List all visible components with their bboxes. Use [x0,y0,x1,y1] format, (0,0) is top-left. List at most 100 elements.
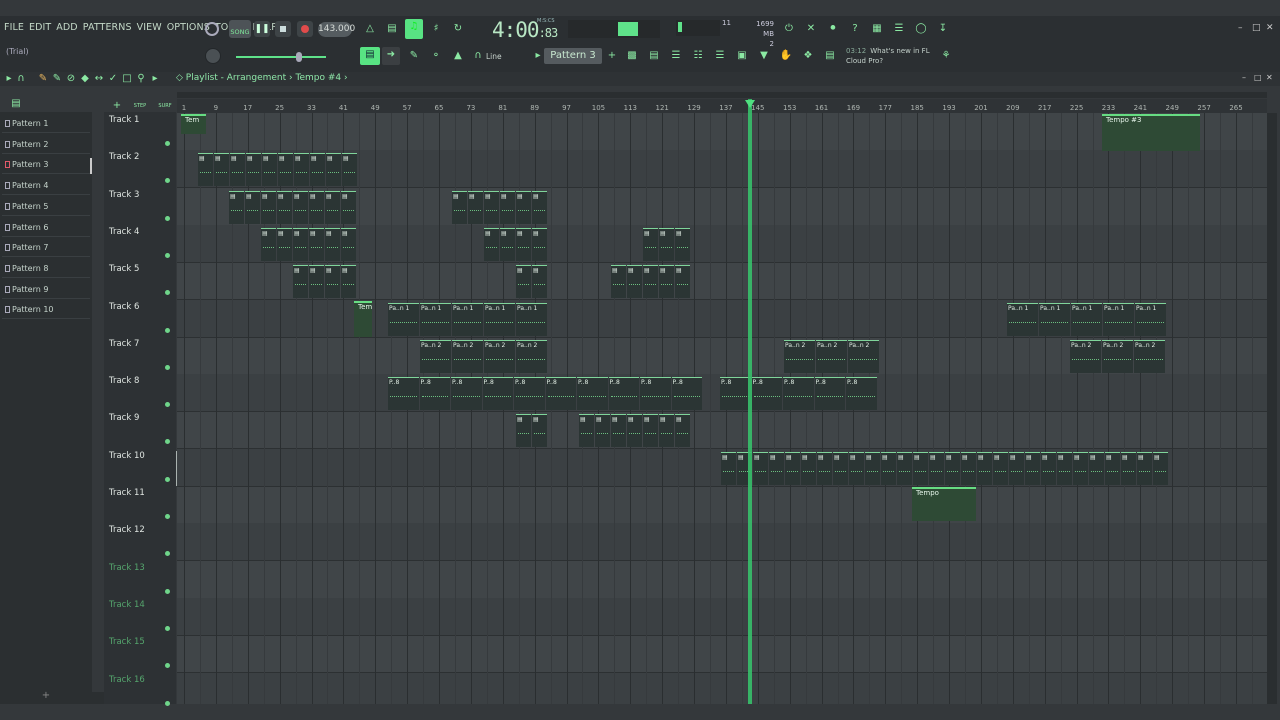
pattern-clip[interactable]: Pa..n 2 [484,339,515,373]
piano-roll-icon[interactable]: ▤ [646,48,662,64]
pattern-clip[interactable]: P..8 [608,377,639,411]
track-mute-led[interactable] [165,178,170,184]
mute-tool-icon[interactable]: ◆ [80,71,90,87]
pattern-item[interactable]: Pattern 3 [2,155,90,175]
automation-clip[interactable]: Tempo #3 [1102,114,1200,151]
pattern-clip[interactable]: P..8 [783,377,814,411]
pattern-clip[interactable]: ▤ [961,451,976,485]
pattern-clip[interactable]: ▤ [769,451,784,485]
pattern-clip[interactable]: ▤ [532,227,547,261]
help-icon[interactable]: ? [847,21,863,37]
track-label[interactable]: Track 2 [109,152,139,162]
pattern-clip[interactable]: Pa..n 1 [420,302,451,336]
mixer-icon[interactable]: ☰ [891,21,907,37]
pattern-clip[interactable]: Pa..n 2 [1070,339,1101,373]
menu-options[interactable]: OPTIONS [167,22,210,33]
pattern-clip[interactable]: ▤ [325,227,340,261]
track-mute-led[interactable] [165,402,170,408]
track-row[interactable] [177,597,1267,636]
pattern-clip[interactable]: ▤ [341,265,356,299]
track-mute-led[interactable] [165,364,170,370]
pattern-clip[interactable]: ▤ [611,414,626,448]
track-label[interactable]: Track 12 [109,525,145,535]
track-label[interactable]: Track 5 [109,264,139,274]
track-label[interactable]: Track 15 [109,637,145,647]
pattern-clip[interactable]: Pa..n 2 [784,339,815,373]
playlist-grid[interactable]: ▤ ▤ ▤ ▤ ▤ ▤ ▤ ▤ ▤ ▤ ▤ ▤ ▤ ▤ ▤ ▤ ▤ ▤ ▤ ▤ ▤ ▤ ▤ ▤ ▤ ▤ ▤ ▤ ▤ ▤ ▤ ▤ ▤ ▤ ▤ ▤ ▤ ▤ ▤ ▤… [177,113,1267,704]
pattern-clip[interactable]: ▤ [342,153,357,187]
plugin-picker-icon[interactable]: ▣ [734,48,750,64]
pattern-clip[interactable]: Pa..n 2 [452,339,483,373]
pattern-item[interactable]: Pattern 9 [2,280,90,299]
automation-clip[interactable]: Tem [354,300,372,337]
menu-file[interactable]: FILE [4,22,24,33]
automation-clip[interactable]: Tempo [912,487,976,521]
pencil-icon[interactable]: ✎ [406,48,422,64]
pattern-clip[interactable]: ▤ [229,190,244,224]
pattern-clip[interactable]: ▤ [643,227,658,261]
chat-icon[interactable]: ◯ [913,21,929,37]
pattern-clip[interactable]: P..8 [419,377,450,411]
pattern-clip[interactable]: P..8 [720,377,751,411]
pattern-clip[interactable]: ▤ [532,414,547,448]
pattern-clip[interactable]: ▤ [801,451,816,485]
pattern-clip[interactable]: ▤ [643,265,658,299]
pattern-clip[interactable]: ▤ [500,190,515,224]
pattern-clip[interactable]: ▤ [833,451,848,485]
pattern-clip[interactable]: ▤ [1025,451,1040,485]
pattern-clip[interactable]: ▤ [246,153,261,187]
slice-tool-icon[interactable]: ✓ [108,71,118,87]
pattern-item[interactable]: Pattern 2 [2,135,90,154]
master-pitch-knob[interactable] [205,48,221,64]
track-label[interactable]: Track 10 [109,451,145,461]
menu-patterns[interactable]: PATTERNS [83,22,132,33]
pattern-clip[interactable]: P..8 [846,377,877,411]
pattern-clip[interactable]: ▤ [785,451,800,485]
pattern-clip[interactable]: ▤ [325,190,340,224]
track-row[interactable] [177,411,1267,450]
pattern-clip[interactable]: ▤ [1137,451,1152,485]
pattern-clip[interactable]: Pa..n 2 [516,339,547,373]
pattern-clip[interactable]: ▤ [611,265,626,299]
pattern-clip[interactable]: ▤ [817,451,832,485]
zoom-tool-icon[interactable]: ⚲ [136,71,146,87]
pattern-item[interactable]: Pattern 10 [2,300,90,320]
store-icon[interactable]: ▤ [822,48,838,64]
pattern-clip[interactable]: ▤ [516,190,531,224]
download-icon[interactable]: ↧ [935,21,951,37]
pattern-clip[interactable]: ▤ [309,227,324,261]
playlist-minimize-icon[interactable]: – [1242,73,1246,82]
pattern-clip[interactable]: ▤ [659,265,674,299]
pattern-clip[interactable]: ▤ [500,227,515,261]
pattern-clip[interactable]: ▤ [913,451,928,485]
pattern-clip[interactable]: ▤ [294,153,309,187]
pattern-clip[interactable]: ▤ [516,227,531,261]
paint-tool-icon[interactable]: ✎ [52,71,62,87]
pattern-selector[interactable]: Pattern 3 [544,48,602,64]
pattern-clip[interactable]: ▤ [309,265,324,299]
close-icon[interactable]: ✕ [1266,23,1274,33]
pattern-clip[interactable]: ▤ [1041,451,1056,485]
track-mute-led[interactable] [165,476,170,482]
track-label[interactable]: Track 6 [109,302,139,312]
pattern-clip[interactable]: ▤ [881,451,896,485]
pattern-clip[interactable]: ▤ [1057,451,1072,485]
pattern-clip[interactable]: P..8 [451,377,482,411]
track-row[interactable] [177,672,1267,704]
track-label[interactable]: Track 14 [109,600,145,610]
loop-record-icon[interactable]: ↻ [450,21,466,37]
menu-add[interactable]: ADD [56,22,77,33]
pattern-clip[interactable]: ▤ [341,190,356,224]
pattern-clip[interactable]: ▤ [293,227,308,261]
pattern-clip[interactable]: ▤ [1073,451,1088,485]
pattern-clip[interactable]: ▤ [627,265,642,299]
playback-tool-icon[interactable]: ▸ [150,71,160,87]
track-row[interactable] [177,561,1267,599]
track-mute-led[interactable] [165,514,170,519]
pattern-clip[interactable]: ▤ [261,227,276,261]
pattern-clip[interactable]: ▤ [516,414,531,448]
pattern-clip[interactable]: ▤ [1105,451,1120,485]
magnet-icon[interactable]: ∩ [470,48,486,64]
pattern-clip[interactable]: ▤ [325,265,340,299]
pattern-clip[interactable]: ▤ [627,414,642,448]
